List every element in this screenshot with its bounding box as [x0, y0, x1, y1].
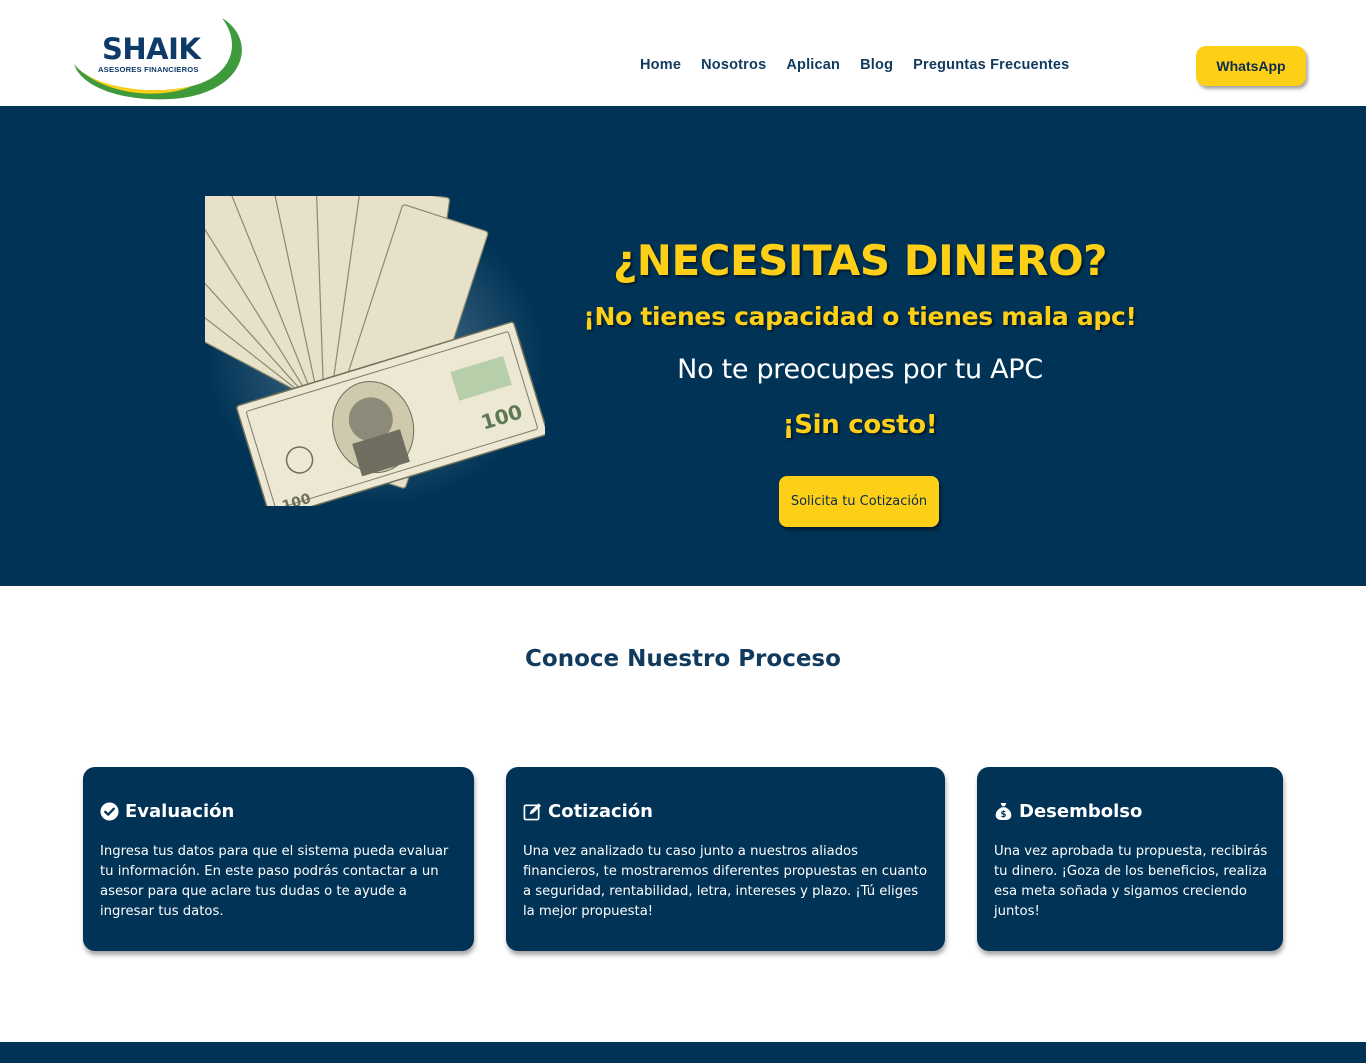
money-bag-icon: $ — [995, 802, 1012, 820]
nav-item-blog[interactable]: Blog — [860, 57, 893, 77]
process-card-desembolso: $ Desembolso Una vez aprobada tu propues… — [977, 767, 1283, 951]
process-card-evaluacion: Evaluación Ingresa tus datos para que el… — [83, 767, 474, 951]
hero-title: ¿NECESITAS DINERO? — [612, 236, 1108, 285]
nav-item-nosotros[interactable]: Nosotros — [701, 57, 766, 77]
card-body: Una vez aprobada tu propuesta, recibirás… — [994, 844, 1268, 919]
card-title: Evaluación — [125, 801, 235, 822]
hero-section: 100 100 ¿NECESITAS DINERO? ¡No tienes ca… — [0, 106, 1366, 586]
nav-item-home[interactable]: Home — [640, 57, 681, 77]
main-nav: Home Nosotros Aplican Blog Preguntas Fre… — [640, 57, 1069, 77]
footer-bar — [0, 1042, 1366, 1063]
hero-text: No te preocupes por tu APC — [677, 354, 1043, 385]
svg-text:$: $ — [1001, 810, 1007, 820]
money-fan-image: 100 100 — [205, 196, 545, 506]
process-title: Conoce Nuestro Proceso — [525, 646, 841, 672]
card-body: Ingresa tus datos para que el sistema pu… — [100, 844, 449, 919]
nav-item-faq[interactable]: Preguntas Frecuentes — [913, 57, 1069, 77]
hero-highlight: ¡Sin costo! — [782, 410, 938, 440]
brand-name: SHAIK — [102, 32, 201, 66]
process-card-cotizacion: Cotización Una vez analizado tu caso jun… — [506, 767, 945, 951]
card-body: Una vez analizado tu caso junto a nuestr… — [523, 844, 928, 919]
check-circle-icon — [100, 802, 119, 821]
card-title: Desembolso — [1019, 801, 1143, 822]
edit-icon — [523, 803, 542, 821]
brand-tagline: ASESORES FINANCIEROS — [98, 65, 199, 74]
site-header: SHAIK ASESORES FINANCIEROS Home Nosotros… — [0, 0, 1366, 106]
whatsapp-button[interactable]: WhatsApp — [1196, 46, 1306, 86]
nav-item-aplican[interactable]: Aplican — [786, 57, 840, 77]
request-quote-button[interactable]: Solicita tu Cotización — [779, 476, 939, 527]
hero-subtitle: ¡No tienes capacidad o tienes mala apc! — [583, 302, 1137, 331]
brand-logo[interactable]: SHAIK ASESORES FINANCIEROS — [72, 14, 248, 102]
card-title: Cotización — [548, 801, 653, 822]
